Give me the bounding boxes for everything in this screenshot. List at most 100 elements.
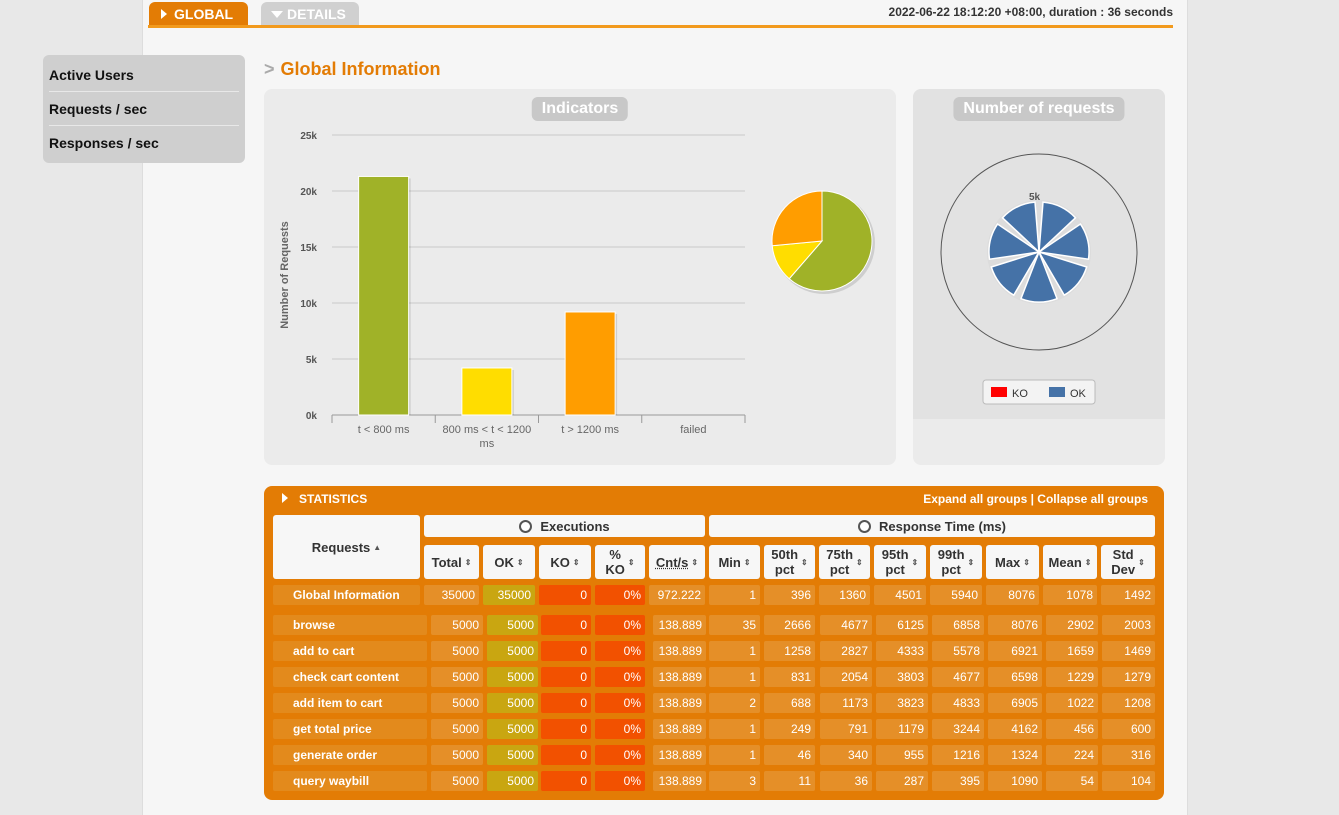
column-header-line: Std — [1112, 547, 1134, 562]
caret-right-icon — [161, 9, 167, 19]
request-name[interactable]: add item to cart — [273, 693, 427, 713]
tab-global[interactable]: GLOBAL — [149, 2, 248, 26]
header-requests[interactable]: Requests ▲ — [273, 515, 420, 579]
stat-cell: 138.889 — [653, 667, 706, 687]
column-header-9[interactable]: 99th pct ⇕ — [930, 545, 982, 579]
stat-cell: 1229 — [1046, 667, 1098, 687]
stat-cell: 1022 — [1046, 693, 1098, 713]
menu-item-active-users[interactable]: Active Users — [49, 58, 239, 92]
request-name[interactable]: query waybill — [273, 771, 427, 791]
stat-cell: 0% — [595, 641, 645, 661]
collapse-arrow-icon[interactable] — [282, 493, 288, 503]
stat-cell: 35000 — [483, 585, 535, 605]
x-tick-label: t < 800 ms — [358, 424, 410, 436]
column-header-line: pct — [829, 562, 850, 577]
menu-item-requests-per-sec[interactable]: Requests / sec — [49, 92, 239, 126]
column-header-line: % — [609, 547, 621, 562]
menu-item-responses-per-sec[interactable]: Responses / sec — [49, 126, 239, 160]
statistics-bar: STATISTICS Expand all groups | Collapse … — [264, 486, 1164, 512]
request-name[interactable]: browse — [273, 615, 427, 635]
sort-icon: ⇕ — [691, 557, 699, 567]
column-header-11[interactable]: Mean ⇕ — [1043, 545, 1097, 579]
stat-cell: 5000 — [431, 771, 483, 791]
column-header-1[interactable]: OK ⇕ — [483, 545, 535, 579]
stat-cell: 831 — [764, 667, 815, 687]
stat-cell: 396 — [764, 585, 815, 605]
side-menu: Active Users Requests / sec Responses / … — [43, 55, 245, 163]
column-header-5[interactable]: Min ⇕ — [709, 545, 760, 579]
request-name[interactable]: check cart content — [273, 667, 427, 687]
column-header-line: 95th — [881, 547, 909, 562]
tab-details[interactable]: DETAILS — [261, 2, 359, 26]
tab-global-label: GLOBAL — [174, 6, 234, 22]
sort-icon: ⇕ — [572, 557, 580, 567]
indicators-panel: Indicators 0k 5k 10k 15k 20k 25k Number of Req… — [264, 89, 896, 465]
column-header-line: 50th — [771, 547, 799, 562]
expand-all-link[interactable]: Expand all groups — [923, 492, 1027, 506]
stat-cell: 4501 — [874, 585, 926, 605]
stat-cell: 6905 — [988, 693, 1042, 713]
x-tick-label: t > 1200 ms — [561, 424, 619, 436]
stat-cell: 600 — [1102, 719, 1155, 739]
stat-cell: 456 — [1046, 719, 1098, 739]
column-header-12[interactable]: Std Dev ⇕ — [1101, 545, 1155, 579]
bar-1 — [461, 367, 513, 416]
column-header-4[interactable]: Cnt/s ⇕ — [649, 545, 705, 579]
column-header-text: OK — [494, 555, 514, 570]
stat-cell: 340 — [820, 745, 872, 765]
y-tick-label: 0k — [306, 411, 318, 422]
stat-cell: 0 — [541, 615, 591, 635]
column-header-text: 99th pct — [938, 547, 965, 577]
column-header-10[interactable]: Max ⇕ — [986, 545, 1039, 579]
legend-ok-swatch — [1049, 387, 1065, 397]
pie-slice-2 — [771, 190, 823, 247]
stat-cell: 5000 — [487, 667, 538, 687]
request-name[interactable]: add to cart — [273, 641, 427, 661]
stat-cell: 4162 — [988, 719, 1042, 739]
column-header-3[interactable]: % KO ⇕ — [595, 545, 645, 579]
header-requests-label: Requests — [311, 539, 371, 555]
request-name[interactable]: get total price — [273, 719, 427, 739]
stat-cell: 138.889 — [653, 641, 706, 661]
column-header-line: Cnt/s — [655, 554, 689, 570]
stat-cell: 688 — [764, 693, 815, 713]
header-executions-label: Executions — [540, 518, 610, 534]
column-header-8[interactable]: 95th pct ⇕ — [874, 545, 926, 579]
stat-cell: 0 — [541, 641, 591, 661]
column-header-2[interactable]: KO ⇕ — [539, 545, 591, 579]
sort-icon: ⇕ — [627, 557, 635, 567]
sort-icon: ⇕ — [801, 557, 808, 567]
stat-cell: 3244 — [932, 719, 984, 739]
global-row-name[interactable]: Global Information — [273, 585, 420, 605]
stat-cell: 5000 — [431, 615, 483, 635]
title-arrow: > — [264, 59, 275, 79]
stat-cell: 2902 — [1046, 615, 1098, 635]
requests-chart: 5k KO OK — [940, 153, 1138, 405]
indicators-chart: 0k 5k 10k 15k 20k 25k Number of Requests t < 80… — [279, 131, 875, 450]
stat-cell: 8076 — [988, 615, 1042, 635]
stat-cell: 0 — [539, 585, 591, 605]
y-axis-label: Number of Requests — [279, 221, 291, 329]
stat-cell: 0% — [595, 615, 645, 635]
column-header-6[interactable]: 50th pct ⇕ — [764, 545, 815, 579]
column-header-line: pct — [885, 562, 905, 577]
request-name[interactable]: generate order — [273, 745, 427, 765]
column-header-line: Mean — [1048, 554, 1082, 570]
y-tick-label: 25k — [300, 131, 317, 142]
stat-cell: 1 — [709, 745, 760, 765]
x-tick-label: 800 ms < t < 1200 — [443, 424, 532, 436]
stat-cell: 35 — [709, 615, 760, 635]
sort-icon: ⇕ — [464, 557, 472, 567]
column-header-7[interactable]: 75th pct ⇕ — [819, 545, 870, 579]
stat-cell: 5000 — [487, 641, 538, 661]
stat-cell: 4833 — [932, 693, 984, 713]
stat-cell: 0 — [541, 719, 591, 739]
stat-cell: 3823 — [876, 693, 928, 713]
collapse-all-link[interactable]: Collapse all groups — [1037, 492, 1148, 506]
sort-asc-icon: ▲ — [373, 542, 382, 552]
bar-0 — [358, 175, 410, 416]
stat-cell: 0% — [595, 585, 645, 605]
column-header-0[interactable]: Total ⇕ — [424, 545, 479, 579]
stat-cell: 46 — [764, 745, 815, 765]
column-header-line: KO — [550, 554, 570, 570]
